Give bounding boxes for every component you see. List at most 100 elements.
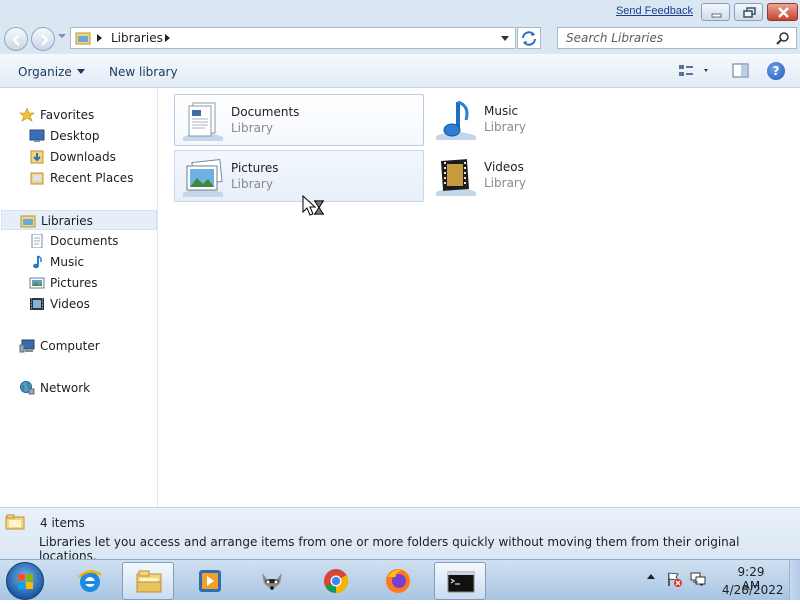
libraries-folder-icon xyxy=(75,32,91,45)
documents-library-icon xyxy=(183,102,223,141)
nav-computer[interactable]: Computer xyxy=(0,336,156,356)
network-icon xyxy=(20,381,35,395)
music-note-icon xyxy=(33,255,42,269)
item-count: 4 items xyxy=(40,516,85,530)
taskbar-firefox[interactable] xyxy=(372,562,424,600)
help-icon[interactable]: ? xyxy=(767,62,785,80)
breadcrumb-libraries[interactable]: Libraries xyxy=(111,31,163,45)
back-button[interactable] xyxy=(4,27,28,51)
nav-recent-places-label: Recent Places xyxy=(50,171,134,185)
tile-name: Pictures xyxy=(231,161,279,175)
search-input[interactable] xyxy=(564,29,764,47)
nav-documents[interactable]: Documents xyxy=(0,231,156,251)
nav-documents-label: Documents xyxy=(50,234,119,248)
library-tile-documents[interactable]: Documents Library xyxy=(174,94,424,146)
star-icon xyxy=(19,108,35,122)
raccoon-icon xyxy=(262,573,282,590)
change-view-button[interactable] xyxy=(678,63,712,79)
document-icon xyxy=(31,234,43,248)
chevron-down-icon xyxy=(76,69,85,74)
nav-libraries[interactable]: Libraries xyxy=(1,210,157,230)
preview-pane-button[interactable] xyxy=(732,63,750,79)
nav-favorites[interactable]: Favorites xyxy=(0,105,156,125)
chrome-icon xyxy=(324,569,349,593)
nav-pictures-label: Pictures xyxy=(50,276,98,290)
taskbar-chrome[interactable] xyxy=(310,562,362,600)
music-library-icon xyxy=(436,100,476,140)
tile-name: Music xyxy=(484,104,519,118)
nav-favorites-label: Favorites xyxy=(40,108,95,122)
nav-desktop-label: Desktop xyxy=(50,129,100,143)
organize-label: Organize xyxy=(18,65,72,79)
address-bar[interactable]: Libraries xyxy=(70,27,516,49)
close-button[interactable] xyxy=(767,3,798,21)
tile-name: Documents xyxy=(231,105,300,119)
recent-places-icon xyxy=(30,172,44,185)
tile-type: Library xyxy=(231,121,273,135)
nav-downloads[interactable]: Downloads xyxy=(0,147,156,167)
tile-type: Library xyxy=(484,120,526,134)
breadcrumb-chevron-icon[interactable] xyxy=(165,34,170,42)
action-center-flag-icon[interactable] xyxy=(666,571,682,587)
nav-computer-label: Computer xyxy=(40,339,100,353)
taskbar-internet-explorer[interactable] xyxy=(64,562,116,600)
search-box[interactable] xyxy=(557,27,797,49)
nav-videos-label: Videos xyxy=(50,297,90,311)
firefox-icon xyxy=(386,569,410,593)
clock-date[interactable]: 4/28/2022 xyxy=(722,583,784,597)
address-bar-row: Libraries xyxy=(0,24,800,54)
nav-videos[interactable]: Videos xyxy=(0,294,156,314)
command-bar: Organize New library ? xyxy=(0,54,800,88)
nav-music[interactable]: Music xyxy=(0,252,156,272)
breadcrumb-separator-icon[interactable] xyxy=(97,34,102,42)
library-content-area: Documents Library Music Library Pictures… xyxy=(159,89,800,507)
forward-button[interactable] xyxy=(31,27,55,51)
minimize-button[interactable] xyxy=(701,3,730,21)
tile-type: Library xyxy=(484,176,526,190)
details-pane: 4 items Libraries let you access and arr… xyxy=(0,507,800,563)
windows-explorer-icon xyxy=(136,570,162,593)
address-history-dropdown[interactable] xyxy=(501,36,509,41)
pictures-library-icon xyxy=(183,159,223,197)
busy-cursor-icon xyxy=(302,195,324,216)
search-icon[interactable] xyxy=(776,31,790,45)
videos-library-icon xyxy=(436,159,476,196)
desktop-icon xyxy=(29,129,45,142)
show-desktop-button[interactable] xyxy=(789,560,800,600)
film-icon xyxy=(30,298,44,310)
show-hidden-icons-button[interactable] xyxy=(647,574,655,579)
recent-pages-dropdown[interactable] xyxy=(58,34,66,38)
network-status-icon[interactable] xyxy=(690,571,706,587)
taskbar-command-prompt[interactable] xyxy=(434,562,486,600)
new-library-button[interactable]: New library xyxy=(109,65,178,79)
nav-network-label: Network xyxy=(40,381,91,395)
taskbar-media-player[interactable] xyxy=(184,562,236,600)
library-tile-music[interactable]: Music Library xyxy=(428,94,678,146)
refresh-button[interactable] xyxy=(517,27,541,49)
pictures-icon xyxy=(29,277,45,289)
nav-network[interactable]: Network xyxy=(0,378,156,398)
nav-recent-places[interactable]: Recent Places xyxy=(0,168,156,188)
downloads-icon xyxy=(30,150,44,164)
libraries-icon xyxy=(20,215,36,228)
send-feedback-link[interactable]: Send Feedback xyxy=(616,5,693,17)
windows-logo-icon xyxy=(18,574,33,589)
restore-button[interactable] xyxy=(734,3,763,21)
computer-icon xyxy=(19,339,35,353)
start-button[interactable] xyxy=(6,562,44,600)
nav-libraries-label: Libraries xyxy=(41,214,93,228)
library-tile-pictures[interactable]: Pictures Library xyxy=(174,150,424,202)
navigation-pane: Favorites Desktop Downloads Recent Place… xyxy=(0,89,158,507)
nav-pictures[interactable]: Pictures xyxy=(0,273,156,293)
media-player-icon xyxy=(199,570,221,592)
tile-name: Videos xyxy=(484,160,524,174)
nav-downloads-label: Downloads xyxy=(50,150,116,164)
command-prompt-icon xyxy=(447,571,475,593)
organize-button[interactable]: Organize xyxy=(18,65,85,79)
libraries-folder-icon xyxy=(5,514,25,530)
library-tile-videos[interactable]: Videos Library xyxy=(428,150,678,202)
nav-desktop[interactable]: Desktop xyxy=(0,126,156,146)
tile-type: Library xyxy=(231,177,273,191)
taskbar-windows-explorer[interactable] xyxy=(122,562,174,600)
taskbar-raccoon-app[interactable] xyxy=(246,562,298,600)
